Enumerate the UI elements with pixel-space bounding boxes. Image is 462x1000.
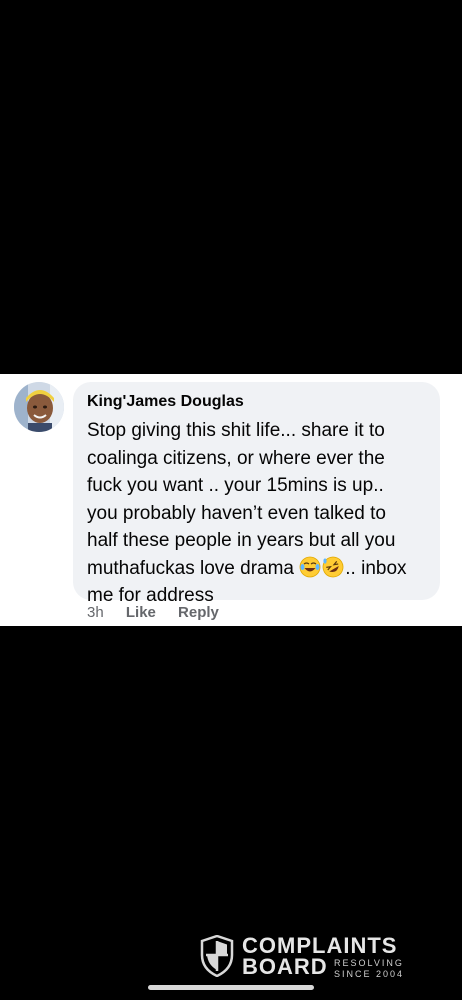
avatar-image: [14, 382, 64, 432]
comment-line-with-emoji: muthafuckas love drama .. inbox: [87, 555, 428, 583]
watermark-tagline-line2: SINCE 2004: [334, 969, 405, 979]
watermark-title-line2: BOARD: [242, 954, 328, 979]
watermark-tagline-line1: RESOLVING: [334, 958, 404, 968]
comment-line: coalinga citizens, or where ever the: [87, 447, 385, 469]
avatar[interactable]: [14, 382, 64, 432]
comment-line-part: muthafuckas love drama: [87, 557, 300, 579]
face-with-tears-of-joy-icon: [299, 556, 321, 577]
comment-line: fuck you want .. your 15mins is up..: [87, 475, 384, 496]
comment-panel: King'James Douglas Stop giving this shit…: [0, 374, 462, 626]
rolling-on-floor-laughing-icon: [322, 556, 344, 577]
comment-line-part: .. inbox: [345, 557, 407, 579]
comment-line: half these people in years but all you: [87, 530, 396, 551]
comment-line: you probably haven’t even talked to: [87, 502, 386, 524]
reply-button[interactable]: Reply: [178, 603, 219, 623]
home-indicator[interactable]: [148, 985, 314, 990]
like-button[interactable]: Like: [126, 603, 156, 623]
comment-timestamp[interactable]: 3h: [87, 603, 104, 623]
comment-text: Stop giving this shit life... share it t…: [87, 417, 428, 610]
complaints-board-watermark: COMPLAINTS BOARD RESOLVING SINCE 2004: [200, 932, 420, 982]
comment-author[interactable]: King'James Douglas: [87, 392, 428, 412]
comment-line: Stop giving this shit life... share it t…: [87, 420, 385, 441]
comment-actions: 3h Like Reply: [87, 603, 237, 623]
shield-logo-icon: [200, 935, 234, 977]
comment-bubble: King'James Douglas Stop giving this shit…: [73, 382, 440, 606]
